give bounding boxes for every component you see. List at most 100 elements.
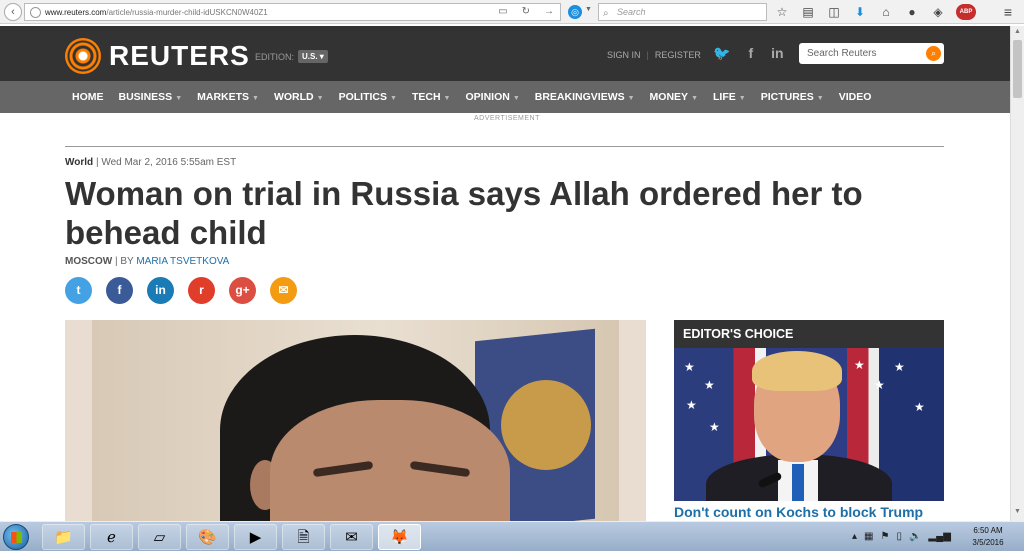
chevron-down-icon: ▼	[816, 95, 824, 102]
flag-star: ★	[854, 358, 865, 372]
article-photo[interactable]	[65, 320, 646, 521]
chevron-down-icon: ▼	[175, 95, 183, 102]
reader-view-icon[interactable]: ▭	[498, 6, 507, 17]
browser-search-placeholder: Search	[617, 7, 646, 17]
nav-item-politics[interactable]: POLITICS ▼	[339, 91, 397, 103]
scroll-up-icon[interactable]: ▲	[1014, 28, 1021, 35]
flag-star: ★	[914, 400, 925, 414]
twitter-icon[interactable]: 🐦	[713, 45, 730, 62]
forward-icon[interactable]: →	[544, 6, 554, 17]
media-player-icon[interactable]: ▶	[234, 524, 277, 550]
site-header: REUTERS EDITION: U.S. ▾ SIGN IN | REGIST…	[0, 26, 1010, 81]
search-icon[interactable]: ⌕	[926, 46, 941, 61]
nav-item-label: OPINION	[465, 91, 510, 103]
start-button[interactable]	[3, 524, 29, 550]
nav-item-label: POLITICS	[338, 91, 388, 103]
nav-item-world[interactable]: WORLD ▼	[274, 91, 324, 103]
paint-icon[interactable]: 🎨	[186, 524, 229, 550]
pocket-icon[interactable]: ◫	[826, 4, 842, 20]
network-icon[interactable]: ▦	[864, 531, 873, 542]
scroll-down-icon[interactable]: ▼	[1014, 508, 1021, 515]
nav-item-markets[interactable]: MARKETS ▼	[197, 91, 259, 103]
facebook-icon[interactable]: f	[748, 45, 753, 62]
bookmarks-list-icon[interactable]: ▤	[800, 4, 816, 20]
edition-label: EDITION:	[255, 51, 295, 62]
nav-item-home[interactable]: HOME	[72, 91, 104, 103]
edition-dropdown[interactable]: U.S. ▾	[298, 50, 328, 63]
photo-tie	[792, 464, 804, 501]
email-share-icon[interactable]: ✉	[270, 277, 297, 304]
facebook-share-icon[interactable]: f	[106, 277, 133, 304]
shield-icon[interactable]: ◈	[930, 4, 946, 20]
nav-item-pictures[interactable]: PICTURES ▼	[761, 91, 824, 103]
download-icon[interactable]: ⬇	[852, 4, 868, 20]
nav-item-label: VIDEO	[838, 91, 872, 103]
clock-time: 6:50 AM	[973, 526, 1003, 535]
file-explorer-icon[interactable]: 📁	[42, 524, 85, 550]
linkedin-share-icon[interactable]: in	[147, 277, 174, 304]
main-nav: HOME BUSINESS ▼ MARKETS ▼ WORLD ▼ POLITICS ▼ TECH…	[0, 81, 1010, 113]
hamburger-menu-icon[interactable]: ≡	[1000, 4, 1016, 20]
nav-item-breakingviews[interactable]: BREAKINGVIEWS ▼	[535, 91, 635, 103]
article-date: | Wed Mar 2, 2016 5:55am EST	[95, 157, 237, 168]
browser-search-input[interactable]: ⌕ Search	[598, 3, 767, 21]
nav-item-label: TECH	[411, 91, 441, 103]
tray-expand-icon[interactable]: ▴	[852, 531, 857, 542]
nav-item-label: MARKETS	[197, 91, 250, 103]
documents-icon[interactable]: 🗎	[282, 524, 325, 550]
page-scrollbar[interactable]: ▲ ▼	[1010, 26, 1024, 521]
share-buttons: t f in r g+ ✉	[65, 277, 297, 304]
register-link[interactable]: REGISTER	[655, 50, 701, 60]
nav-item-money[interactable]: MONEY ▼	[650, 91, 698, 103]
reddit-share-icon[interactable]: r	[188, 277, 215, 304]
nav-item-business[interactable]: BUSINESS ▼	[119, 91, 183, 103]
section-link[interactable]: World	[65, 157, 93, 168]
edition-selector: EDITION: U.S. ▾	[255, 50, 328, 63]
reuters-logo[interactable]: REUTERS	[65, 38, 250, 74]
author-link[interactable]: MARIA TSVETKOVA	[136, 256, 229, 267]
battery-icon[interactable]: ▯	[896, 531, 902, 542]
chevron-down-icon: ▼	[390, 95, 397, 102]
url-path: /article/russia-murder-child-idUSKCN0W40…	[106, 7, 268, 17]
search-engine-icon[interactable]: ◎	[568, 5, 582, 19]
adblock-icon[interactable]: ABP	[956, 4, 976, 20]
bookmark-star-icon[interactable]: ☆	[774, 4, 790, 20]
windows-logo-icon	[11, 532, 22, 543]
editors-choice-photo[interactable]: ★ ★ ★ ★ ★ ★ ★ ★	[674, 348, 944, 501]
taskbar-clock[interactable]: 6:50 AM 3/5/2016	[966, 525, 1010, 549]
firefox-icon[interactable]: 🦊	[378, 524, 421, 550]
reload-icon[interactable]: ↻	[522, 6, 530, 17]
signal-icon[interactable]: ▂▄▆	[928, 531, 950, 542]
linkedin-icon[interactable]: in	[771, 45, 783, 62]
volume-icon[interactable]: 🔊	[909, 531, 921, 542]
chevron-down-icon[interactable]: ▼	[585, 6, 592, 13]
sign-in-link[interactable]: SIGN IN	[607, 50, 641, 60]
nav-item-tech[interactable]: TECH ▼	[412, 91, 451, 103]
thunderbird-icon[interactable]: ✉	[330, 524, 373, 550]
notes-app-icon[interactable]: ▱	[138, 524, 181, 550]
edition-value: U.S.	[302, 52, 318, 61]
article-headline: Woman on trial in Russia says Allah orde…	[65, 175, 863, 251]
social-links: 🐦 f in	[713, 45, 784, 62]
chevron-down-icon: ▼	[443, 95, 451, 102]
nav-item-label: BUSINESS	[118, 91, 173, 103]
back-button[interactable]: ‹	[4, 2, 22, 21]
flag-star: ★	[894, 360, 905, 374]
nav-item-life[interactable]: LIFE ▼	[713, 91, 746, 103]
divider	[65, 146, 944, 147]
nav-item-video[interactable]: VIDEO	[839, 91, 872, 103]
flag-star: ★	[686, 398, 697, 412]
nav-item-label: MONEY	[649, 91, 689, 103]
internet-explorer-icon[interactable]: ℯ	[90, 524, 133, 550]
home-icon[interactable]: ⌂	[878, 4, 894, 20]
nav-item-opinion[interactable]: OPINION ▼	[465, 91, 519, 103]
chat-icon[interactable]: ●	[904, 4, 920, 20]
action-center-icon[interactable]: ⚑	[880, 531, 889, 542]
site-search-input[interactable]: Search Reuters ⌕	[799, 43, 944, 64]
googleplus-share-icon[interactable]: g+	[229, 277, 256, 304]
twitter-share-icon[interactable]: t	[65, 277, 92, 304]
scrollbar-thumb[interactable]	[1013, 40, 1022, 98]
system-tray: ▴ ▦ ⚑ ▯ 🔊 ▂▄▆	[852, 531, 951, 542]
url-bar[interactable]: www.reuters.com/article/russia-murder-ch…	[24, 3, 561, 21]
editors-choice-link[interactable]: Don't count on Kochs to block Trump	[674, 504, 923, 520]
